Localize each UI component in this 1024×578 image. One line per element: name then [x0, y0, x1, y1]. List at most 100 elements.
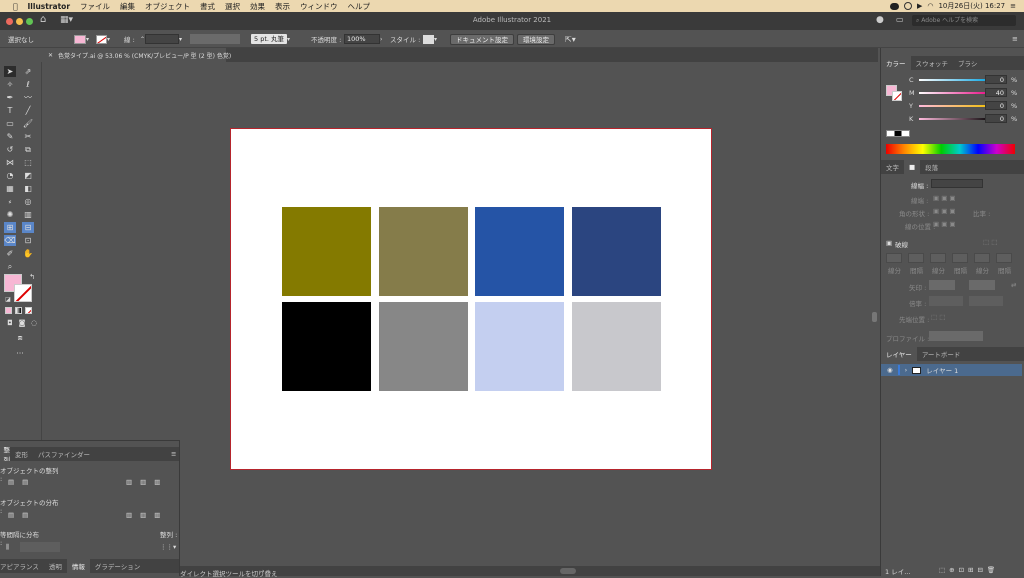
stroke-width-field[interactable]	[931, 179, 983, 188]
arrow-end-dropdown[interactable]	[969, 280, 995, 290]
vertical-scrollbar-thumb[interactable]	[872, 312, 877, 322]
arrange-documents-icon[interactable]: ⇱▾	[565, 33, 576, 45]
tab-gradient[interactable]: グラデーション	[90, 559, 145, 573]
menu-object[interactable]: オブジェクト	[140, 1, 195, 12]
gradient-tool-icon[interactable]: ◧	[22, 183, 34, 194]
channel-m-value[interactable]: 40	[985, 88, 1007, 97]
menu-edit[interactable]: 編集	[115, 1, 140, 12]
artboard[interactable]	[230, 128, 712, 470]
tab-appearance[interactable]: アピアランス	[0, 559, 44, 573]
graphic-style-dropdown[interactable]: ▾	[423, 33, 437, 45]
distribute-buttons[interactable]: ▤▤	[8, 511, 36, 519]
draw-inside-icon[interactable]: ◌	[28, 318, 40, 329]
eyedropper-tool-icon[interactable]: ⸗	[4, 196, 16, 207]
tab-layers[interactable]: レイヤー	[881, 347, 917, 361]
dash-align-icons[interactable]: ⬚ ⬚	[983, 238, 997, 246]
align-buttons[interactable]: ▤▤	[8, 478, 36, 486]
gap-field-1[interactable]	[908, 253, 924, 263]
apple-icon[interactable]: 	[8, 2, 23, 11]
dash-field-3[interactable]	[974, 253, 990, 263]
channel-k-value[interactable]: 0	[985, 114, 1007, 123]
gradient-mode-button[interactable]	[15, 307, 22, 314]
hdistribute-buttons[interactable]: ▥▥▥	[126, 511, 168, 519]
tab-transparency[interactable]: 透明	[44, 559, 67, 573]
menu-app[interactable]: Illustrator	[23, 2, 76, 11]
menu-file[interactable]: ファイル	[75, 1, 115, 12]
align-to-dropdown[interactable]: ⋮⋮▾	[160, 543, 176, 551]
tab-info[interactable]: 情報	[66, 559, 90, 573]
align-panel-menu-icon[interactable]: ≡	[171, 450, 176, 458]
color-spectrum-bar[interactable]	[886, 144, 1015, 154]
menu-view[interactable]: 表示	[270, 1, 295, 12]
swatch-square[interactable]	[282, 302, 371, 391]
align-stroke-buttons[interactable]: ▣ ▣ ▣	[933, 220, 956, 228]
width-tool-icon[interactable]: ⋈	[4, 157, 16, 168]
cc-icon[interactable]	[903, 2, 912, 10]
corner-buttons[interactable]: ▣ ▣ ▣	[933, 207, 956, 215]
stroke-color-box[interactable]	[14, 284, 32, 302]
edit-toolbar-icon[interactable]: ···	[14, 348, 26, 359]
none-black-white-swatches[interactable]	[886, 130, 910, 137]
swatch-square[interactable]	[379, 207, 468, 296]
status-arrow-icon[interactable]: › ‹	[262, 567, 269, 575]
tab-artboards[interactable]: アートボード	[917, 347, 966, 361]
swatch-square[interactable]	[475, 302, 564, 391]
channel-y-slider[interactable]	[919, 105, 993, 107]
play-icon[interactable]: ▶	[917, 2, 922, 10]
tab-swatches[interactable]: スウォッチ	[911, 56, 954, 70]
record-icon[interactable]	[889, 2, 899, 10]
swatch-square[interactable]	[572, 207, 661, 296]
swap-arrows-icon[interactable]: ⇄	[1011, 281, 1016, 289]
draw-behind-icon[interactable]: ◙	[16, 318, 28, 329]
tab-align[interactable]: 整列	[0, 447, 10, 461]
stroke-weight-field[interactable]: ⌃ ▾	[140, 33, 182, 45]
scissors-tool-icon[interactable]: ✂	[22, 131, 34, 142]
paintbrush-tool-icon[interactable]: 🖌	[22, 118, 34, 129]
direct-selection-tool-icon[interactable]: ⇗	[22, 66, 34, 77]
document-setup-button[interactable]: ドキュメント設定	[450, 33, 514, 45]
channel-k-slider[interactable]	[919, 118, 993, 120]
lasso-tool-icon[interactable]: ℓ	[22, 79, 34, 90]
blend-tool-icon[interactable]: ◎	[22, 196, 34, 207]
magic-wand-tool-icon[interactable]: ✧	[4, 79, 16, 90]
swap-fill-stroke-icon[interactable]: ↰	[26, 272, 38, 283]
swatch-square[interactable]	[475, 207, 564, 296]
artboard-tool-icon[interactable]: ⊞	[4, 222, 16, 233]
default-colors-icon[interactable]: ◪	[2, 294, 14, 305]
brush-definition[interactable]: 5 pt. 丸筆 ▾	[251, 33, 290, 45]
wifi-icon[interactable]: ◠	[927, 2, 933, 10]
gap-field-2[interactable]	[952, 253, 968, 263]
tab-pathfinder[interactable]: パスファインダー	[33, 447, 95, 461]
swatch-square[interactable]	[379, 302, 468, 391]
pencil-tool-icon[interactable]: ✐	[4, 248, 16, 259]
visibility-eye-icon[interactable]: ◉	[887, 366, 893, 374]
menu-type[interactable]: 書式	[195, 1, 220, 12]
symbol-sprayer-tool-icon[interactable]: ✺	[4, 209, 16, 220]
tab-paragraph[interactable]: 段落	[920, 160, 943, 174]
stroke-swatch[interactable]: ▾	[96, 33, 110, 45]
tab-stroke-icon[interactable]: ■	[904, 160, 921, 174]
dash-field-1[interactable]	[886, 253, 902, 263]
menu-help[interactable]: ヘルプ	[343, 1, 376, 12]
shaper-tool-icon[interactable]: ✎	[4, 131, 16, 142]
opacity-field[interactable]: 100% ›	[344, 33, 382, 45]
artboard-alt-tool-icon[interactable]: ⊡	[22, 235, 34, 246]
none-mode-button[interactable]	[25, 307, 32, 314]
document-tab[interactable]: ✕ 色覚タイプ.ai @ 53.06 % (CMYK/プレビュー/P 型 (2 …	[42, 48, 231, 62]
rectangle-tool-icon[interactable]: ▭	[4, 118, 16, 129]
cap-buttons[interactable]: ▣ ▣ ▣	[933, 194, 956, 202]
color-stroke-indicator[interactable]	[892, 91, 902, 101]
channel-y-value[interactable]: 0	[985, 101, 1007, 110]
profile-dropdown[interactable]	[929, 331, 983, 341]
zoom-tool-icon[interactable]: ⌕	[4, 261, 16, 272]
rotate-tool-icon[interactable]: ↺	[4, 144, 16, 155]
tab-character[interactable]: 文字	[881, 160, 904, 174]
gap-field-3[interactable]	[996, 253, 1012, 263]
color-mode-button[interactable]	[5, 307, 12, 314]
channel-c-slider[interactable]	[919, 79, 993, 81]
swatch-square[interactable]	[282, 207, 371, 296]
arrow-scale-start[interactable]	[929, 296, 963, 306]
scale-tool-icon[interactable]: ⧉	[22, 144, 34, 155]
hand-tool-icon[interactable]: ✋	[22, 248, 34, 259]
live-paint-tool-icon[interactable]: ◩	[22, 170, 34, 181]
